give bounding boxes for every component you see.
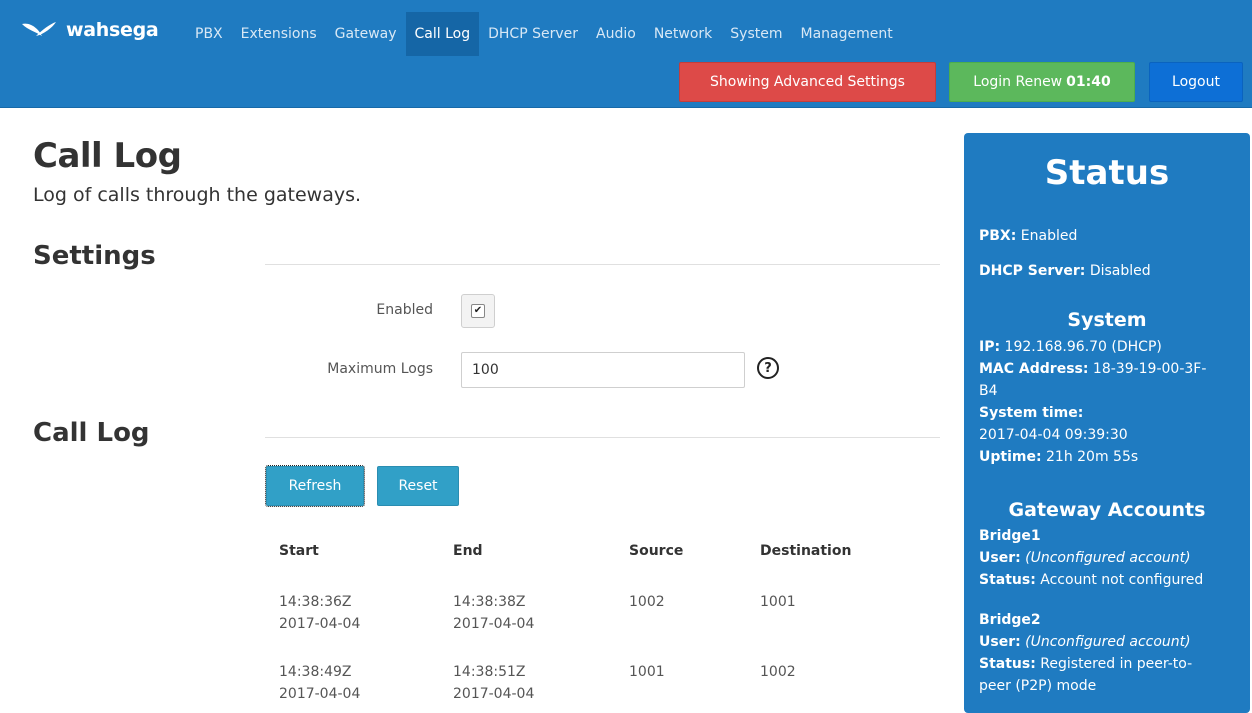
bridge-name-text: Bridge2: [979, 612, 1041, 628]
cell-start: 14:38:49Z 2017-04-04: [279, 661, 360, 705]
bridge-status: Status: Registered in peer-to-: [979, 653, 1241, 675]
column-header-start: Start: [279, 543, 319, 559]
login-renew-label: Login Renew: [973, 74, 1063, 90]
status-pbx-label: PBX:: [979, 228, 1017, 244]
bridge-status-label: Status:: [979, 656, 1036, 672]
bridge-user-label: User:: [979, 634, 1021, 650]
status-mac-value: 18-39-19-00-3F-: [1092, 361, 1207, 377]
wahsega-logo-icon: [20, 18, 58, 42]
status-time-label-text: System time:: [979, 405, 1084, 421]
settings-heading: Settings: [33, 241, 156, 271]
brand-logo[interactable]: wahsega: [20, 14, 159, 46]
status-title: Status: [1044, 153, 1170, 193]
status-uptime-label: Uptime:: [979, 449, 1042, 465]
logout-label: Logout: [1172, 74, 1220, 90]
call-log-heading: Call Log: [33, 418, 150, 448]
column-header-end: End: [453, 543, 483, 559]
reset-button[interactable]: Reset: [377, 466, 459, 506]
logout-button[interactable]: Logout: [1149, 62, 1243, 102]
start-time: 14:38:49Z: [279, 664, 352, 680]
cell-end: 14:38:51Z 2017-04-04: [453, 661, 534, 705]
maximum-logs-input[interactable]: [461, 352, 745, 388]
end-date: 2017-04-04: [453, 616, 535, 632]
status-dhcp: DHCP Server: Disabled: [979, 260, 1241, 282]
status-panel: Status PBX: Enabled DHCP Server: Disable…: [964, 133, 1250, 713]
bridge-status-continued: peer (P2P) mode: [979, 678, 1097, 694]
status-dhcp-value: Disabled: [1089, 263, 1151, 279]
enabled-checkbox[interactable]: ✔: [461, 294, 495, 328]
gateway-accounts-heading: Gateway Accounts: [1008, 499, 1206, 521]
cell-source: 1002: [629, 594, 665, 610]
login-renew-button[interactable]: Login Renew 01:40: [949, 62, 1135, 102]
column-header-source: Source: [629, 543, 684, 559]
status-mac-label: MAC Address:: [979, 361, 1089, 377]
bridge-name: Bridge1: [979, 525, 1241, 547]
nav-item-network[interactable]: Network: [645, 12, 721, 56]
bridge-user-value: (Unconfigured account): [1025, 550, 1191, 566]
page-title: Call Log: [33, 136, 182, 176]
top-navbar: wahsega PBX Extensions Gateway Call Log …: [0, 0, 1252, 108]
status-uptime-value: 21h 20m 55s: [1046, 449, 1139, 465]
start-date: 2017-04-04: [279, 616, 361, 632]
bridge-user: User: (Unconfigured account): [979, 547, 1241, 569]
bridge-status-label: Status:: [979, 572, 1036, 588]
system-heading: System: [1067, 309, 1147, 331]
refresh-button[interactable]: Refresh: [265, 465, 365, 507]
status-uptime: Uptime: 21h 20m 55s: [979, 446, 1241, 468]
status-ip: IP: 192.168.96.70 (DHCP): [979, 336, 1241, 358]
start-date: 2017-04-04: [279, 686, 361, 702]
status-ip-label: IP:: [979, 339, 1001, 355]
column-header-destination: Destination: [760, 543, 852, 559]
cell-source: 1001: [629, 664, 665, 680]
cell-destination: 1002: [760, 664, 796, 680]
bridge-name: Bridge2: [979, 609, 1241, 631]
login-renew-timer: 01:40: [1066, 74, 1111, 90]
status-pbx: PBX: Enabled: [979, 225, 1241, 247]
nav-item-management[interactable]: Management: [792, 12, 902, 56]
main-nav: PBX Extensions Gateway Call Log DHCP Ser…: [186, 12, 902, 56]
end-time: 14:38:51Z: [453, 664, 526, 680]
call-log-divider: [265, 437, 940, 438]
status-mac-continued: B4: [979, 383, 998, 399]
nav-item-extensions[interactable]: Extensions: [232, 12, 326, 56]
start-time: 14:38:36Z: [279, 594, 352, 610]
nav-item-audio[interactable]: Audio: [587, 12, 645, 56]
nav-item-pbx[interactable]: PBX: [186, 12, 232, 56]
advanced-settings-button[interactable]: Showing Advanced Settings: [679, 62, 936, 102]
bridge-status-value: Registered in peer-to-: [1040, 656, 1193, 672]
status-time-label: System time:: [979, 402, 1241, 424]
checkmark-icon: ✔: [471, 304, 485, 318]
enabled-label: Enabled: [376, 302, 433, 318]
end-time: 14:38:38Z: [453, 594, 526, 610]
nav-item-system[interactable]: System: [721, 12, 791, 56]
status-mac: MAC Address: 18-39-19-00-3F-: [979, 358, 1241, 380]
cell-start: 14:38:36Z 2017-04-04: [279, 591, 360, 635]
bridge-user-value: (Unconfigured account): [1025, 634, 1191, 650]
status-ip-value: 192.168.96.70 (DHCP): [1004, 339, 1162, 355]
status-time-value: 2017-04-04 09:39:30: [979, 427, 1128, 443]
brand-name: wahsega: [66, 19, 159, 41]
status-dhcp-label: DHCP Server:: [979, 263, 1086, 279]
maximum-logs-label: Maximum Logs: [327, 361, 433, 377]
cell-destination: 1001: [760, 594, 796, 610]
bridge-name-text: Bridge1: [979, 528, 1041, 544]
advanced-settings-label: Showing Advanced Settings: [710, 74, 905, 90]
settings-divider: [265, 264, 940, 265]
status-pbx-value: Enabled: [1020, 228, 1078, 244]
end-date: 2017-04-04: [453, 686, 535, 702]
nav-item-call-log[interactable]: Call Log: [405, 12, 480, 56]
cell-end: 14:38:38Z 2017-04-04: [453, 591, 534, 635]
page-subtitle: Log of calls through the gateways.: [33, 184, 362, 206]
nav-item-gateway[interactable]: Gateway: [326, 12, 406, 56]
help-icon[interactable]: ?: [757, 357, 779, 379]
bridge-status-value: Account not configured: [1040, 572, 1204, 588]
bridge-status: Status: Account not configured: [979, 569, 1241, 591]
bridge-user-label: User:: [979, 550, 1021, 566]
bridge-user: User: (Unconfigured account): [979, 631, 1241, 653]
nav-item-dhcp-server[interactable]: DHCP Server: [479, 12, 587, 56]
